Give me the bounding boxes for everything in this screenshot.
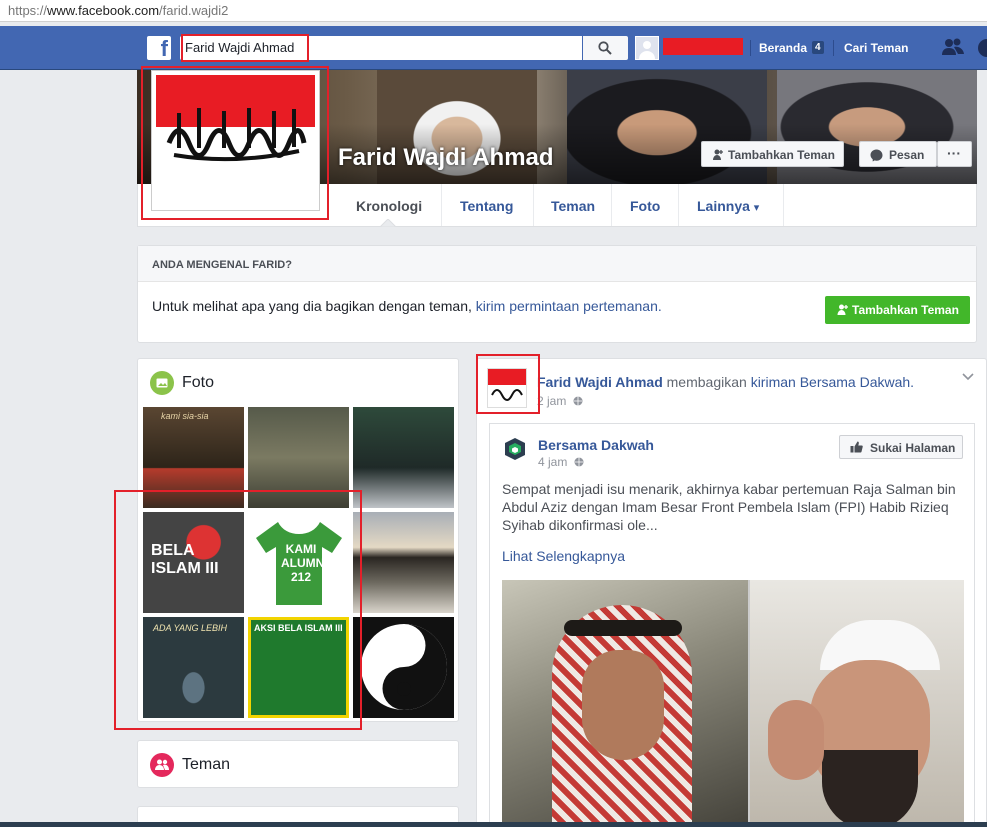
redacted-username xyxy=(663,38,743,55)
nav-find-friends-link[interactable]: Cari Teman xyxy=(844,41,908,55)
post-author-name[interactable]: Farid Wajdi Ahmad xyxy=(537,374,663,390)
know-friend-card: ANDA MENGENAL FARID? Untuk melihat apa y… xyxy=(137,245,977,343)
tab-lainnya-label: Lainnya xyxy=(697,198,750,214)
address-bar[interactable]: https://www.facebook.com/farid.wajdi2 xyxy=(0,0,987,22)
tab-kronologi[interactable]: Kronologi xyxy=(356,198,422,214)
post-header-line: Farid Wajdi Ahmad membagikan kiriman Ber… xyxy=(537,374,914,390)
add-friend-icon xyxy=(713,149,723,160)
friends-icon xyxy=(150,753,174,777)
messages-icon[interactable] xyxy=(977,38,987,58)
os-taskbar xyxy=(0,822,987,827)
tab-divider xyxy=(678,184,679,226)
tab-tentang[interactable]: Tentang xyxy=(460,198,513,214)
shared-post-image[interactable] xyxy=(502,580,964,827)
man-face-left xyxy=(582,650,664,760)
user-avatar[interactable] xyxy=(635,36,659,60)
friends-card: Teman xyxy=(137,740,459,788)
globe-icon xyxy=(574,457,584,467)
active-tab-pointer-icon xyxy=(380,219,396,227)
shared-time-text: 4 jam xyxy=(538,455,568,469)
shared-post-link[interactable]: kiriman Bersama Dakwah. xyxy=(751,374,914,390)
shared-page-name[interactable]: Bersama Dakwah xyxy=(538,437,654,453)
tab-teman[interactable]: Teman xyxy=(551,198,595,214)
photo-thumb-9[interactable] xyxy=(353,617,454,718)
shared-post-timestamp[interactable]: 4 jam xyxy=(538,455,584,469)
beard xyxy=(822,750,918,827)
know-card-text: Untuk melihat apa yang dia bagikan denga… xyxy=(152,298,662,314)
like-page-label: Sukai Halaman xyxy=(870,441,956,455)
add-friend-button[interactable]: Tambahkan Teman xyxy=(701,141,844,167)
nav-divider xyxy=(750,40,751,56)
search-button[interactable] xyxy=(583,36,628,60)
url-scheme: https:// xyxy=(8,3,48,18)
message-button[interactable]: Pesan xyxy=(859,141,937,167)
photo-thumb-3[interactable] xyxy=(353,407,454,508)
messenger-icon xyxy=(870,149,883,162)
tab-divider xyxy=(611,184,612,226)
send-friend-request-link[interactable]: kirim permintaan pertemanan. xyxy=(476,298,662,314)
photos-title[interactable]: Foto xyxy=(182,374,214,392)
annotation-box-search xyxy=(181,34,309,62)
nav-home-link[interactable]: Beranda xyxy=(759,41,807,55)
caret-down-icon: ▾ xyxy=(753,202,760,214)
hand-on-head xyxy=(768,700,824,780)
default-avatar-icon xyxy=(636,37,658,59)
like-page-button[interactable]: Sukai Halaman xyxy=(839,435,963,459)
chevron-down-icon[interactable] xyxy=(962,373,974,381)
shared-post-card: Bersama Dakwah 4 jam Sukai Halaman Sempa… xyxy=(489,423,975,827)
tab-divider xyxy=(441,184,442,226)
know-card-header: ANDA MENGENAL FARID? xyxy=(138,246,976,282)
add-friend-label: Tambahkan Teman xyxy=(728,148,835,162)
url-path: /farid.wajdi2 xyxy=(159,3,229,18)
see-more-link[interactable]: Lihat Selengkapnya xyxy=(502,548,625,564)
know-card-message: Untuk melihat apa yang dia bagikan denga… xyxy=(152,298,472,314)
post-action-text: membagikan xyxy=(666,374,747,390)
image-left-panel xyxy=(502,580,748,827)
add-friend-green-button[interactable]: Tambahkan Teman xyxy=(825,296,970,324)
annotation-box-profile-picture xyxy=(141,66,329,220)
nav-divider xyxy=(833,40,834,56)
photo-thumb-6[interactable] xyxy=(353,512,454,613)
annotation-box-photos xyxy=(114,490,362,730)
tab-divider xyxy=(783,184,784,226)
page-logo-icon[interactable] xyxy=(503,437,527,461)
facebook-top-bar: f Farid Wajdi Ahmad Beranda 4 Cari Teman xyxy=(0,26,987,70)
annotation-box-post-avatar xyxy=(476,354,540,414)
black-agal xyxy=(564,620,682,636)
tab-lainnya[interactable]: Lainnya ▾ xyxy=(697,198,759,214)
home-count-badge: 4 xyxy=(812,41,824,54)
timeline-post: Farid Wajdi Ahmad membagikan kiriman Ber… xyxy=(476,358,987,827)
tab-divider xyxy=(533,184,534,226)
shared-post-text: Sempat menjadi isu menarik, akhirnya kab… xyxy=(502,481,956,533)
add-friend-icon xyxy=(837,304,848,315)
add-friend-green-label: Tambahkan Teman xyxy=(852,303,959,317)
photo-caption: kami sia-sia xyxy=(161,411,209,421)
logo-letter: f xyxy=(160,36,168,61)
search-icon xyxy=(598,41,612,55)
url-text[interactable]: https://www.facebook.com/farid.wajdi2 xyxy=(8,3,228,18)
url-host: www.facebook.com xyxy=(47,3,160,18)
more-options-button[interactable]: ··· xyxy=(937,141,972,167)
facebook-logo-icon[interactable]: f xyxy=(147,36,171,61)
ellipsis-icon: ··· xyxy=(947,145,961,161)
photos-icon xyxy=(150,371,174,395)
profile-name[interactable]: Farid Wajdi Ahmad xyxy=(338,144,554,172)
message-label: Pesan xyxy=(889,148,925,162)
post-timestamp[interactable]: 2 jam xyxy=(537,394,583,408)
post-time-text: 2 jam xyxy=(537,394,567,408)
globe-icon xyxy=(573,396,583,406)
yin-yang-calligraphy-icon xyxy=(361,624,447,710)
friends-title[interactable]: Teman xyxy=(182,756,230,774)
tab-foto[interactable]: Foto xyxy=(630,198,660,214)
image-right-panel xyxy=(750,580,964,827)
friend-requests-icon[interactable] xyxy=(942,38,964,56)
thumbs-up-icon xyxy=(850,441,863,453)
